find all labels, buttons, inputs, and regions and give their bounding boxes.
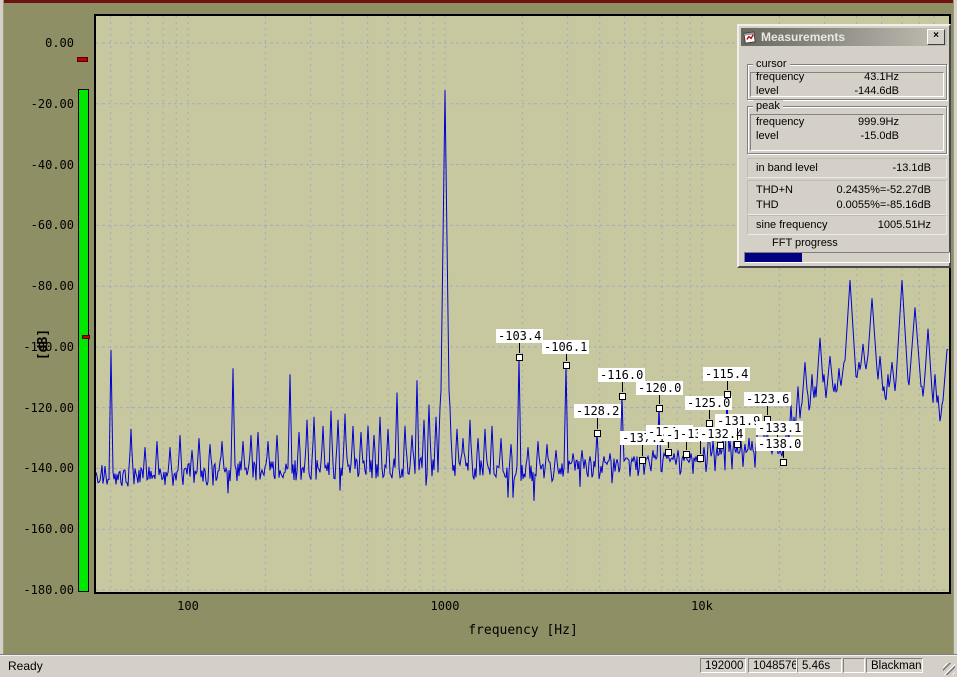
cursor-group: cursor frequency 43.1Hz level -144.6dB [747, 58, 947, 100]
in-band-level-label: in band level [756, 162, 818, 174]
status-cell: 192000 [700, 658, 746, 673]
thd-value: 0.0055%=-85.16dB [836, 199, 932, 211]
status-message: Ready [8, 659, 43, 673]
y-tick-label: -80.00 [30, 279, 74, 294]
status-cell: 1048576 [748, 658, 797, 673]
y-tick-label: -60.00 [30, 218, 74, 233]
cursor-level-value: -144.6dB [854, 85, 899, 97]
sine-frequency-label: sine frequency [756, 219, 828, 231]
window-top-strip [3, 0, 954, 3]
y-axis-title: [dB] [36, 328, 52, 361]
x-tick-label: 10k [691, 599, 713, 613]
measurements-title-bar[interactable]: Measurements × [741, 28, 947, 46]
x-tick-label: 1000 [430, 599, 460, 613]
fft-progress-bar [744, 252, 950, 263]
cursor-frequency-label: frequency [756, 71, 805, 83]
peak-frequency-value: 999.9Hz [858, 116, 899, 128]
y-tick-label: 0.00 [45, 36, 74, 50]
sine-frequency-box: sine frequency 1005.51Hz [747, 215, 947, 235]
meter-mark [77, 57, 88, 62]
y-tick-label: -40.00 [30, 157, 74, 172]
fft-progress-label: FFT progress [772, 237, 838, 249]
in-band-level-value: -13.1dB [892, 162, 931, 174]
level-meter-bar [78, 89, 89, 592]
measurements-title: Measurements [761, 30, 846, 44]
peak-frequency-label: frequency [756, 116, 805, 128]
in-band-box: in band level -13.1dB [747, 158, 947, 178]
peak-group-label: peak [753, 100, 783, 112]
resize-grip[interactable] [943, 663, 955, 675]
measurements-panel: Measurements × cursor frequency 43.1Hz l… [737, 24, 951, 268]
meter-mark [82, 335, 90, 339]
level-meter [77, 43, 90, 592]
status-cell [843, 658, 865, 673]
cursor-level-label: level [756, 85, 779, 97]
y-tick-label: -180.00 [23, 583, 74, 597]
x-tick-label: 100 [177, 599, 199, 613]
peak-level-label: level [756, 130, 779, 142]
y-tick-label: -20.00 [30, 96, 74, 111]
sine-frequency-value: 1005.51Hz [877, 219, 931, 231]
fft-progress-fill [745, 253, 802, 262]
peak-group: peak frequency 999.9Hz level -15.0dB [747, 100, 947, 154]
status-cell: 5.46s [797, 658, 842, 673]
cursor-group-label: cursor [753, 58, 790, 70]
y-tick-label: -120.00 [23, 400, 74, 415]
x-axis-title: frequency [Hz] [468, 623, 578, 638]
thd-box: THD+N 0.2435%=-52.27dB THD 0.0055%=-85.1… [747, 180, 947, 215]
window-edge-right [953, 0, 957, 677]
app-window: 0.00 -20.00 -40.00 -60.00 -80.00 -100.00 -120.… [0, 0, 957, 677]
status-bar: Ready 192000 1048576 5.46s Blackman [0, 656, 957, 677]
y-tick-label: -140.00 [23, 461, 74, 476]
status-cell: Blackman [866, 658, 923, 673]
cursor-frequency-value: 43.1Hz [864, 71, 899, 83]
y-tick-label: -160.00 [23, 522, 74, 537]
thdn-label: THD+N [756, 184, 793, 196]
close-icon[interactable]: × [927, 29, 945, 45]
thd-label: THD [756, 199, 779, 211]
measurements-icon [743, 31, 756, 44]
peak-level-value: -15.0dB [860, 130, 899, 142]
thdn-value: 0.2435%=-52.27dB [836, 184, 932, 196]
